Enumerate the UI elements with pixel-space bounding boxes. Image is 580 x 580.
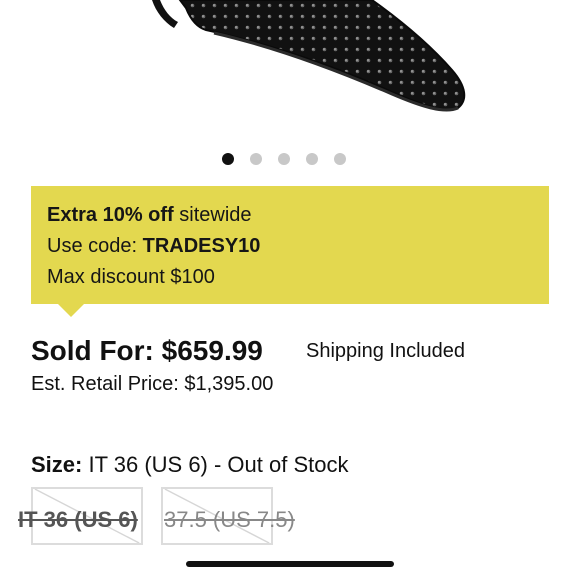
promo-code: TRADESY10 [142, 235, 261, 257]
promo-max-discount: Max discount $100 [47, 266, 215, 288]
carousel-dots [222, 153, 346, 165]
size-option-it36[interactable]: IT 36 (US 6) [18, 487, 143, 545]
promo-line-code: Use code: TRADESY10 [47, 234, 260, 258]
product-image[interactable] [0, 0, 580, 140]
size-option-label: IT 36 (US 6) [18, 507, 138, 532]
carousel-dot-1[interactable] [222, 153, 234, 165]
size-selection: Size: IT 36 (US 6) - Out of Stock [31, 451, 349, 479]
promo-banner-tail [58, 304, 84, 317]
carousel-dot-4[interactable] [306, 153, 318, 165]
size-label: Size: [31, 452, 83, 477]
shipping-included: Shipping Included [306, 340, 466, 362]
promo-discount: Extra 10% off [47, 204, 174, 226]
size-value: IT 36 (US 6) - Out of Stock [82, 452, 349, 477]
carousel-dot-5[interactable] [334, 153, 346, 165]
size-option-label: 37.5 (US 7.5) [164, 507, 295, 532]
studded-pump-image [152, 0, 466, 112]
promo-line-sitewide: Extra 10% off sitewide [47, 203, 252, 227]
promo-banner: Extra 10% off sitewide Use code: TRADESY… [31, 186, 549, 304]
promo-sitewide: sitewide [173, 204, 252, 226]
home-indicator[interactable] [186, 561, 394, 567]
promo-code-prefix: Use code: [47, 235, 143, 257]
carousel-dot-2[interactable] [250, 153, 262, 165]
size-option-it375[interactable]: 37.5 (US 7.5) [161, 487, 295, 545]
est-retail-price: Est. Retail Price: $1,395.00 [31, 373, 274, 395]
sold-for-price: Sold For: $659.99 [31, 335, 263, 366]
carousel-dot-3[interactable] [278, 153, 290, 165]
